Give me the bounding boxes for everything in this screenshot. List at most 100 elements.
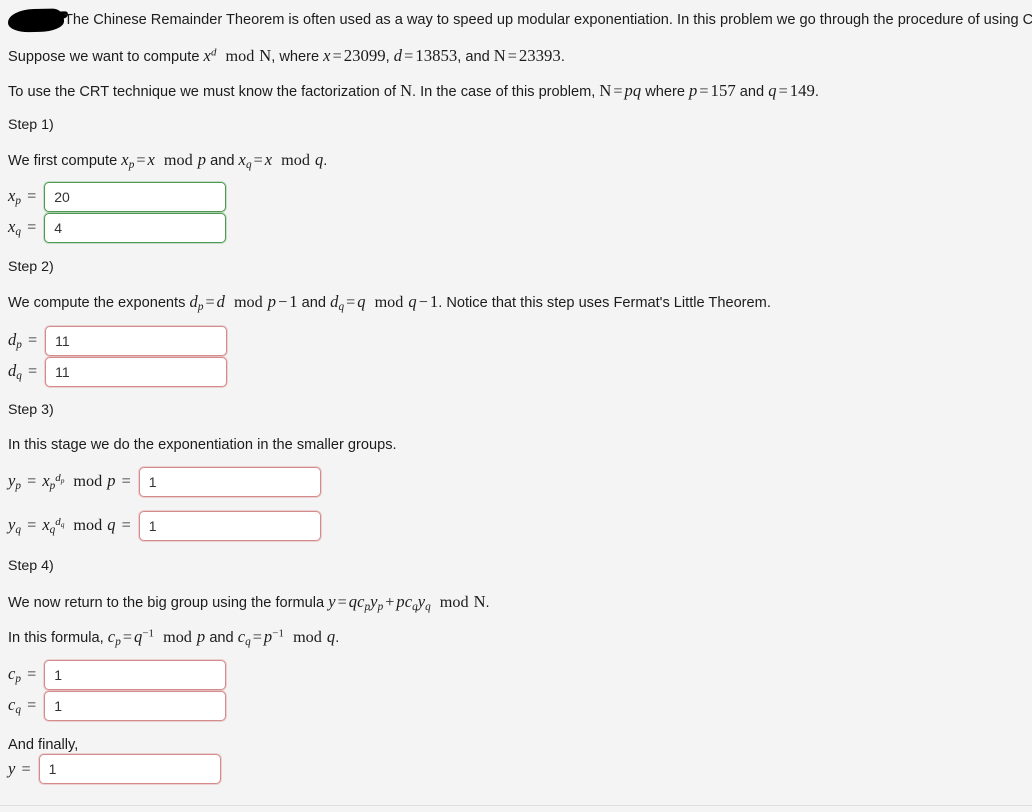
subscript-q-8: q [412, 601, 418, 614]
dq-field-label: dq = [8, 361, 38, 383]
N-symbol-3: N [599, 81, 612, 100]
mod-keyword-2: mod [163, 151, 193, 169]
equals-sign-formula: = [337, 593, 347, 611]
answer-row-y: y = [8, 754, 221, 784]
minus-sign-2: − [418, 293, 428, 311]
equals-sign-d: = [404, 47, 414, 65]
equals-sign-label-yq: = [27, 516, 37, 535]
yq-input[interactable] [138, 511, 321, 541]
p-inverse-expression: p−1 [263, 627, 285, 646]
mod-keyword-4: mod [233, 293, 263, 311]
p-symbol-3: p [267, 292, 277, 311]
d-symbol-2: d [216, 292, 225, 311]
equals-sign-label-yp: = [27, 472, 37, 491]
plus-sign: + [385, 593, 395, 611]
xq-symbol-inline: xq [238, 150, 252, 172]
step2-prefix-text: We compute the exponents [8, 295, 186, 311]
equals-sign-xp: = [136, 151, 146, 169]
subscript-q-10: q [245, 636, 251, 649]
subscript-q-9: q [425, 601, 431, 614]
step-3-description: In this stage we do the exponentiation i… [8, 437, 397, 453]
subscript-q-1: q [245, 159, 252, 172]
subscript-q-4: q [16, 370, 22, 383]
cp-symbol-inline: cp [107, 627, 121, 649]
equals-sign-dp: = [205, 293, 215, 311]
N-value: 23393 [518, 46, 561, 65]
xp-input[interactable] [44, 182, 227, 212]
minus-sign-1: − [278, 293, 288, 311]
cq-symbol-inline: cq [237, 627, 251, 649]
y-symbol-formula: y [328, 592, 336, 611]
xq-field-label: xq = [8, 217, 37, 239]
x-symbol-2: x [147, 150, 155, 169]
p-symbol-4: p [196, 627, 206, 646]
mod-keyword-10: mod [293, 628, 322, 646]
equals-sign-dq: = [346, 293, 356, 311]
modulus-N-symbol: N [259, 46, 272, 65]
N-symbol-4: N [473, 592, 486, 611]
q-value: 149 [789, 81, 815, 100]
yp-input[interactable] [138, 467, 321, 497]
period-2: . [814, 84, 819, 100]
equals-sign-p: = [699, 82, 709, 100]
subscript-p-4: p [16, 339, 22, 352]
answer-row-xq: xq = [8, 213, 227, 243]
y-input[interactable] [38, 754, 221, 784]
subscript-p-10: p [115, 636, 121, 649]
d-value: 13853 [415, 46, 458, 65]
x-symbol: x [323, 46, 331, 65]
problem-statement-paragraph: Suppose we want to compute xd mod N, where… [8, 46, 565, 67]
q-symbol: q [768, 81, 777, 100]
crt-recombination-formula-2: pcqyq [396, 592, 431, 614]
cp-input[interactable] [44, 660, 227, 690]
equals-sign-x: = [332, 47, 342, 65]
equals-sign-label-xp: = [27, 187, 37, 206]
equals-sign-label-cq: = [27, 696, 37, 715]
step4-line2-prefix-text: In this formula, [8, 630, 104, 646]
and-word-2: and [739, 84, 765, 100]
and-word-1: and [465, 49, 490, 65]
equals-sign-cq: = [252, 628, 262, 646]
equals-sign-label-dp: = [27, 331, 38, 350]
mod-keyword-6: mod [73, 472, 103, 491]
equals-sign-cp: = [122, 628, 132, 646]
mod-keyword-7: mod [73, 516, 103, 535]
one-literal-2: 1 [429, 292, 439, 311]
comma-1: , [385, 49, 390, 65]
exponent-d: d [210, 46, 217, 59]
step4-line1-prefix-text: We now return to the big group using the… [8, 595, 325, 611]
answer-row-yq: yq = xqdq mod q = [8, 511, 321, 541]
comma-2: , [457, 49, 462, 65]
step-4-heading: Step 4) [8, 558, 54, 574]
subscript-p-8: p [364, 601, 371, 614]
step-1-description: We first compute xp = x mod p and xq = x mod q. [8, 150, 327, 172]
subscript-p-11: p [15, 673, 21, 686]
dq-input[interactable] [45, 357, 228, 387]
answer-row-dq: dq = [8, 357, 228, 387]
q-symbol-4: q [408, 292, 417, 311]
mod-keyword-1: mod [225, 47, 255, 65]
answer-row-cq: cq = [8, 691, 227, 721]
xq-input[interactable] [44, 213, 227, 243]
exponent-minus-one-1: −1 [142, 627, 155, 640]
step-2-heading: Step 2) [8, 259, 54, 275]
equals-sign-q: = [778, 82, 788, 100]
dp-symbol-inline: dp [189, 292, 204, 314]
yp-field-label: yp = xpdp mod p = [8, 471, 131, 493]
x-value: 23099 [343, 46, 386, 65]
subscript-q-5: q [15, 524, 21, 537]
mod-keyword-5: mod [374, 293, 404, 311]
yq-field-label: yq = xqdq mod q = [8, 515, 131, 537]
d-symbol: d [393, 46, 403, 65]
cq-input[interactable] [44, 691, 227, 721]
equals-sign-label-cp: = [27, 665, 37, 684]
where-word: where [645, 84, 685, 100]
intro-paragraph: The Chinese Remainder Theorem is often u… [64, 12, 1032, 28]
step4-line2-mid-text: and [209, 630, 234, 646]
bottom-divider [0, 805, 1032, 806]
step1-mid-text: and [210, 153, 235, 169]
step1-prefix-text: We first compute [8, 153, 118, 169]
exercise-page: The Chinese Remainder Theorem is often u… [0, 0, 1032, 812]
answer-row-yp: yp = xpdp mod p = [8, 467, 321, 497]
dp-input[interactable] [45, 326, 228, 356]
